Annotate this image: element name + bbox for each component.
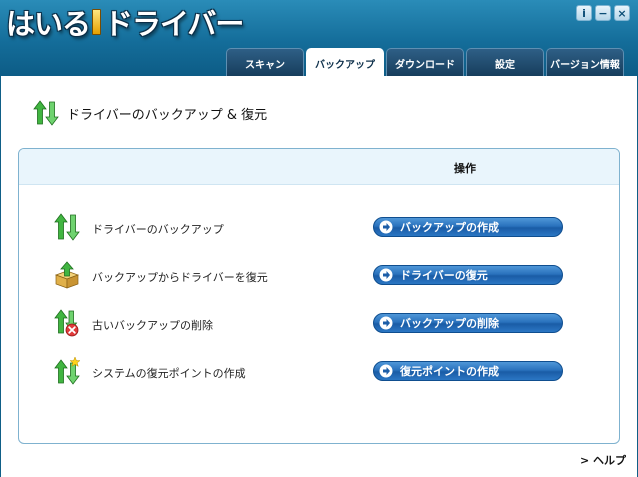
row-label: バックアップからドライバーを復元 — [92, 271, 268, 284]
logo-text-left: はいる — [6, 7, 91, 41]
tab-backup[interactable]: バックアップ — [306, 48, 384, 76]
help-link[interactable]: > ヘルプ — [580, 452, 626, 468]
restore-point-icon — [54, 357, 81, 385]
logo-separator — [92, 9, 102, 35]
delete-backup-icon — [54, 309, 79, 337]
backup-arrows-icon — [54, 213, 80, 241]
info-button[interactable]: i — [576, 5, 592, 21]
restore-box-icon — [54, 261, 80, 289]
tab-download[interactable]: ダウンロード — [386, 48, 464, 76]
button-label: ドライバーの復元 — [400, 269, 488, 282]
page-title: ドライバーのバックアップ & 復元 — [67, 107, 268, 123]
restore-drivers-button[interactable]: ドライバーの復元 — [373, 265, 563, 285]
list-item: システムの復元ポイントの作成 復元ポイントの作成 — [19, 357, 619, 387]
tab-scan[interactable]: スキャン — [226, 48, 304, 76]
actions-panel: 操作 ドライバーのバックアップ バックアップの作成 バックアップからドライバーを… — [18, 148, 620, 444]
button-label: バックアップの作成 — [400, 221, 499, 234]
create-backup-button[interactable]: バックアップの作成 — [373, 217, 563, 237]
list-item: バックアップからドライバーを復元 ドライバーの復元 — [19, 261, 619, 291]
page-title-row: ドライバーのバックアップ & 復元 — [33, 100, 267, 126]
main-content: ドライバーのバックアップ & 復元 操作 ドライバーのバックアップ バックアップ… — [0, 76, 638, 477]
list-item: 古いバックアップの削除 バックアップの削除 — [19, 309, 619, 339]
arrow-right-icon — [379, 364, 393, 378]
row-label: システムの復元ポイントの作成 — [92, 367, 246, 380]
arrow-right-icon — [379, 268, 393, 282]
minimize-icon: − — [598, 6, 608, 20]
tab-version-info[interactable]: バージョン情報 — [546, 48, 624, 76]
minimize-button[interactable]: − — [595, 5, 611, 21]
row-label: 古いバックアップの削除 — [92, 319, 213, 332]
list-item: ドライバーのバックアップ バックアップの作成 — [19, 213, 619, 243]
delete-backup-button[interactable]: バックアップの削除 — [373, 313, 563, 333]
app-header: はいる ドライバー i − × スキャン バックアップ ダウンロード 設定 バー… — [0, 0, 638, 76]
close-button[interactable]: × — [614, 5, 630, 21]
arrow-right-icon — [379, 220, 393, 234]
arrow-right-icon — [379, 316, 393, 330]
app-logo: はいる ドライバー — [6, 2, 244, 42]
logo-text-right: ドライバー — [104, 7, 244, 41]
column-header-actions: 操作 — [454, 162, 476, 175]
create-restore-point-button[interactable]: 復元ポイントの作成 — [373, 361, 563, 381]
panel-header: 操作 — [19, 149, 619, 185]
row-label: ドライバーのバックアップ — [92, 223, 224, 236]
info-icon: i — [582, 6, 586, 20]
button-label: 復元ポイントの作成 — [400, 365, 499, 378]
backup-arrows-icon — [33, 100, 59, 126]
tab-settings[interactable]: 設定 — [466, 48, 544, 76]
tab-bar: スキャン バックアップ ダウンロード 設定 バージョン情報 — [226, 48, 624, 76]
close-icon: × — [617, 6, 627, 20]
window-controls: i − × — [576, 5, 630, 21]
button-label: バックアップの削除 — [400, 317, 499, 330]
